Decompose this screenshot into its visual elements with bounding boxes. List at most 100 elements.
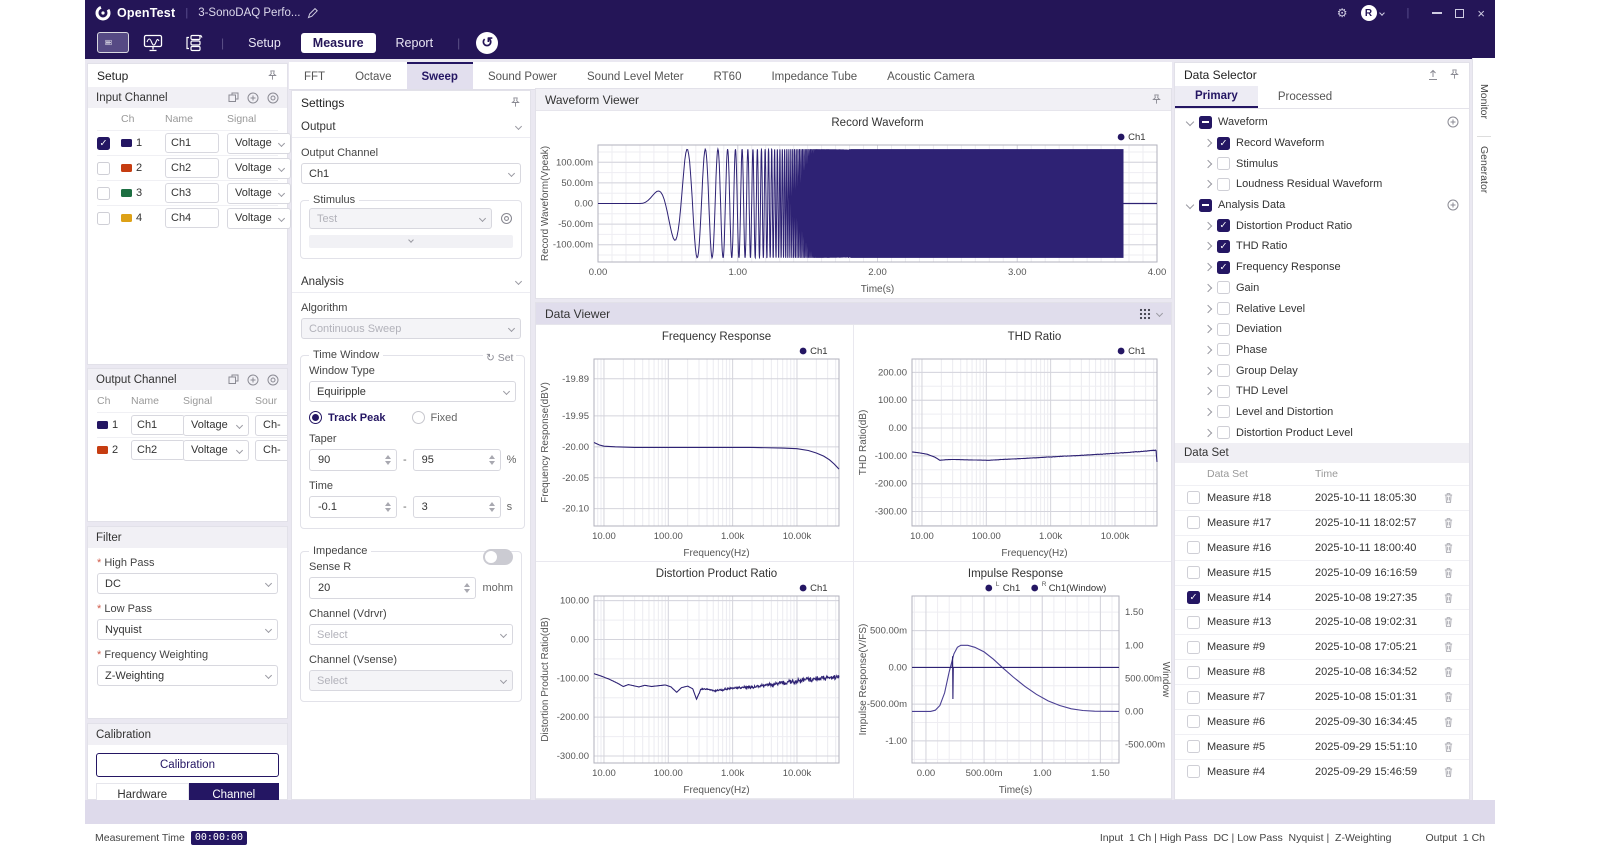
- add-channel-icon[interactable]: [247, 374, 259, 386]
- row-checkbox[interactable]: [1187, 641, 1200, 654]
- tree-child-item[interactable]: THD Ratio: [1175, 236, 1469, 257]
- input-channel-row[interactable]: 3 Ch3 Voltage: [97, 180, 278, 205]
- tab-primary[interactable]: Primary: [1175, 86, 1258, 108]
- time-window-set-link[interactable]: ↻ Set: [483, 352, 516, 364]
- tree-checkbox[interactable]: [1217, 261, 1230, 274]
- tab-generator[interactable]: Generator: [1478, 146, 1490, 193]
- data-set-row[interactable]: Measure #8 2025-10-08 16:34:52: [1175, 659, 1469, 684]
- data-set-row[interactable]: Measure #4 2025-09-29 15:46:59: [1175, 759, 1469, 784]
- maximize-button[interactable]: [1455, 9, 1464, 18]
- tree-checkbox[interactable]: [1217, 281, 1230, 294]
- tree-child-item[interactable]: Frequency Response: [1175, 257, 1469, 278]
- row-checkbox[interactable]: [1187, 616, 1200, 629]
- data-set-row[interactable]: Measure #6 2025-09-30 16:34:45: [1175, 709, 1469, 734]
- add-item-icon[interactable]: [1447, 199, 1459, 211]
- filter-field-select[interactable]: Z-Weighting: [97, 665, 278, 686]
- delete-icon[interactable]: [1443, 766, 1454, 778]
- row-checkbox[interactable]: [1187, 516, 1200, 529]
- tab-fft[interactable]: FFT: [289, 62, 340, 89]
- source-select[interactable]: Ch-: [255, 440, 288, 461]
- delete-icon[interactable]: [1443, 616, 1454, 628]
- caret-right-icon[interactable]: [1204, 180, 1212, 188]
- settings-gear-icon[interactable]: ⚙: [1337, 7, 1348, 19]
- caret-right-icon[interactable]: [1204, 408, 1212, 416]
- vsense-select[interactable]: Select: [309, 670, 513, 691]
- caret-right-icon[interactable]: [1204, 222, 1212, 230]
- pin-icon[interactable]: [1449, 69, 1460, 80]
- delete-icon[interactable]: [1443, 492, 1454, 504]
- source-select[interactable]: Ch-: [255, 415, 288, 436]
- time-to-stepper[interactable]: 3: [413, 496, 501, 518]
- row-checkbox[interactable]: [1187, 765, 1200, 778]
- caret-right-icon[interactable]: [1204, 284, 1212, 292]
- input-channel-row[interactable]: 2 Ch2 Voltage: [97, 155, 278, 180]
- tree-child-item[interactable]: Relative Level: [1175, 298, 1469, 319]
- tab-acoustic-camera[interactable]: Acoustic Camera: [872, 62, 990, 89]
- caret-right-icon[interactable]: [1204, 242, 1212, 250]
- tree-child-item[interactable]: THD Level: [1175, 381, 1469, 402]
- filter-field-select[interactable]: DC: [97, 573, 278, 594]
- tab-sweep[interactable]: Sweep: [407, 62, 473, 89]
- delete-icon[interactable]: [1443, 691, 1454, 703]
- nav-report[interactable]: Report: [384, 33, 446, 53]
- close-button[interactable]: ×: [1477, 6, 1485, 21]
- tree-checkbox[interactable]: [1217, 426, 1230, 439]
- channel-name-input[interactable]: Ch3: [165, 183, 219, 203]
- row-checkbox[interactable]: [97, 212, 110, 225]
- tree-child-item[interactable]: Deviation: [1175, 319, 1469, 340]
- avatar[interactable]: R: [1361, 5, 1377, 21]
- caret-down-icon[interactable]: [1186, 201, 1194, 209]
- row-checkbox[interactable]: [1187, 715, 1200, 728]
- input-channel-row[interactable]: 4 Ch4 Voltage: [97, 205, 278, 230]
- caret-right-icon[interactable]: [1204, 263, 1212, 271]
- row-checkbox[interactable]: [1187, 691, 1200, 704]
- data-set-row[interactable]: Measure #13 2025-10-08 19:02:31: [1175, 609, 1469, 634]
- chevron-down-icon[interactable]: [1156, 310, 1163, 317]
- delete-icon[interactable]: [1443, 517, 1454, 529]
- tab-processed[interactable]: Processed: [1258, 86, 1352, 108]
- tree-checkbox[interactable]: [1217, 405, 1230, 418]
- row-checkbox[interactable]: [1187, 666, 1200, 679]
- tree-child-item[interactable]: Phase: [1175, 340, 1469, 361]
- track-peak-radio[interactable]: Track Peak: [309, 411, 386, 424]
- channel-settings-icon[interactable]: [267, 92, 279, 104]
- tree-child-item[interactable]: Distortion Product Level: [1175, 422, 1469, 443]
- tree-child-item[interactable]: Loudness Residual Waveform: [1175, 174, 1469, 195]
- caret-right-icon[interactable]: [1204, 139, 1212, 147]
- stimulus-settings-icon[interactable]: [500, 212, 513, 225]
- stimulus-expander[interactable]: [309, 235, 513, 248]
- signal-select[interactable]: Voltage: [183, 440, 249, 461]
- caret-right-icon[interactable]: [1204, 325, 1212, 333]
- tab-sound-power[interactable]: Sound Power: [473, 62, 572, 89]
- row-checkbox[interactable]: [97, 162, 110, 175]
- sense-r-stepper[interactable]: 20: [309, 577, 476, 599]
- tree-checkbox[interactable]: [1217, 323, 1230, 336]
- tree-checkbox[interactable]: [1217, 157, 1230, 170]
- tab-impedance-tube[interactable]: Impedance Tube: [756, 62, 872, 89]
- fixed-radio[interactable]: Fixed: [412, 411, 458, 424]
- channel-name-input[interactable]: Ch2: [165, 158, 219, 178]
- minimize-button[interactable]: [1432, 12, 1442, 14]
- calibration-button[interactable]: Calibration: [96, 753, 279, 777]
- edit-title-icon[interactable]: [307, 8, 318, 19]
- tab-sound-level-meter[interactable]: Sound Level Meter: [572, 62, 699, 89]
- tree-child-item[interactable]: Stimulus: [1175, 153, 1469, 174]
- tree-checkbox[interactable]: [1217, 364, 1230, 377]
- caret-right-icon[interactable]: [1204, 304, 1212, 312]
- caret-right-icon[interactable]: [1204, 366, 1212, 374]
- export-icon[interactable]: [228, 374, 239, 385]
- tree-checkbox[interactable]: [1199, 199, 1212, 212]
- analysis-section-header[interactable]: Analysis: [292, 271, 530, 293]
- export-icon[interactable]: [228, 92, 239, 103]
- delete-icon[interactable]: [1443, 666, 1454, 678]
- channel-settings-icon[interactable]: [267, 374, 279, 386]
- signal-select[interactable]: Voltage: [227, 133, 291, 154]
- flow-view-button[interactable]: [177, 30, 209, 55]
- tree-checkbox[interactable]: [1217, 385, 1230, 398]
- tree-child-item[interactable]: Gain: [1175, 278, 1469, 299]
- input-channel-row[interactable]: 1 Ch1 Voltage: [97, 130, 278, 155]
- row-checkbox[interactable]: [97, 137, 110, 150]
- tree-child-item[interactable]: Record Waveform: [1175, 133, 1469, 154]
- data-set-row[interactable]: Measure #16 2025-10-11 18:00:40: [1175, 535, 1469, 560]
- tree-checkbox[interactable]: [1217, 302, 1230, 315]
